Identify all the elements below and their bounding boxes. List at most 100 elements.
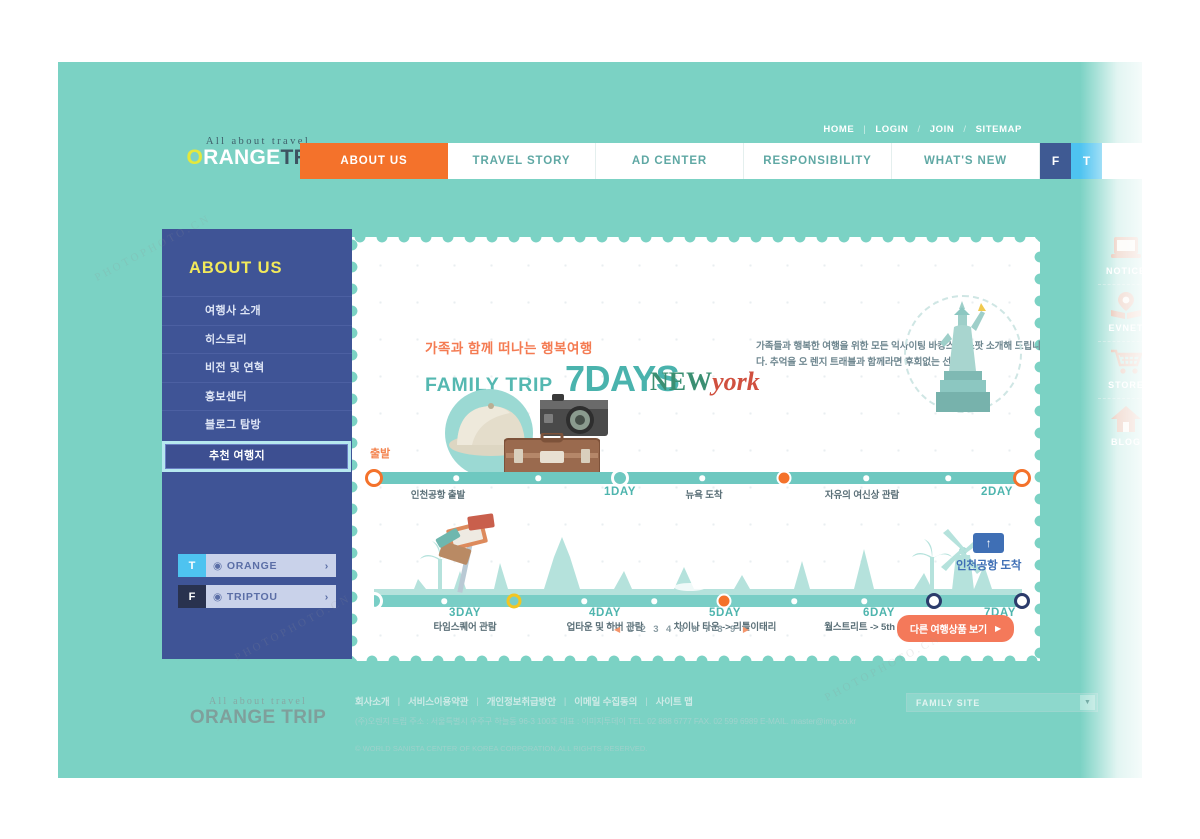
caption-text-liberty: 자유의 여신상 관람 (824, 490, 900, 501)
utility-separator-3: / (963, 124, 967, 135)
cta-label: 다른 여행상품 보기 (909, 625, 988, 636)
nav-item-whats-new[interactable]: WHAT'S NEW (892, 143, 1040, 179)
quick-label-store: STORE (1108, 380, 1142, 390)
timeline-node-7day[interactable] (1014, 593, 1030, 609)
family-site-label: FAMILY SITE (916, 697, 981, 708)
caption-text-newyork-arrive: 뉴욕 도착 (685, 490, 723, 501)
pagination-page-8[interactable]: 8 (717, 624, 722, 635)
left-sidebar: ABOUT US 여행사 소개 히스토리 비전 및 연혁 홍보센터 블로그 탐방… (162, 229, 352, 659)
stamp-edge-left (352, 237, 361, 661)
footer-link-privacy[interactable]: 개인정보취급방안 (487, 694, 556, 708)
pagination-page-5[interactable]: 5 (679, 624, 684, 635)
timeline-dot-2e (861, 598, 867, 604)
pagination-page-6[interactable]: 6 (692, 624, 697, 635)
caption-text-incheon-depart: 인천공항 출발 (410, 490, 466, 501)
timeline-node-start[interactable] (365, 469, 383, 487)
quick-label-notice: NOTICE (1105, 266, 1142, 276)
sidebar-social-orange[interactable]: T ◉ ORANGE › (178, 554, 336, 577)
utility-nav: HOME | LOGIN / JOIN / SITEMAP (823, 124, 1022, 135)
timeline-node-1day[interactable] (611, 469, 629, 487)
quick-item-evnet[interactable]: EVNET (1098, 289, 1142, 342)
pagination-page-1[interactable]: 1 (628, 624, 633, 635)
utility-link-sitemap[interactable]: SITEMAP (976, 124, 1022, 135)
pagination-page-9[interactable]: 9 (730, 624, 735, 635)
twitter-badge-icon: T (178, 554, 206, 577)
footer-link-email-consent[interactable]: 이메일 수집동의 (574, 694, 637, 708)
pagination-next-icon[interactable]: ▶ (743, 625, 749, 634)
caption-day-5: 5DAY (708, 607, 742, 619)
globe-icon-2: ◉ (213, 590, 223, 603)
arrive-destination-box: ↑ 인천공항 도착 (956, 533, 1021, 573)
sidebar-item-pr-center[interactable]: 홍보센터 (162, 381, 352, 411)
nav-item-travel-story[interactable]: TRAVEL STORY (448, 143, 596, 179)
footer-sep-2: | (476, 695, 479, 707)
footer-address: (주)오렌지 트립 주소 : 서울특별시 우주구 하늘동 96-3 100호 대… (355, 717, 856, 726)
footer-link-sitemap[interactable]: 사이트 맵 (656, 694, 693, 708)
footer-sep-3: | (563, 695, 567, 707)
newyork-wordmark: NEWyork (650, 367, 760, 397)
sidebar-item-recommended-destinations[interactable]: 추천 여행지 (162, 440, 351, 472)
book-pin-icon (1098, 289, 1142, 321)
timeline-caption-newyork-arrive: 뉴욕 도착 (685, 487, 722, 501)
pagination-page-7[interactable]: 7 (704, 624, 709, 635)
footer-copyright: © WORLD SANISTA CENTER OF KOREA CORPORAT… (355, 744, 648, 753)
nav-item-responsibility[interactable]: RESPONSIBILITY (744, 143, 892, 179)
wordmark-york: york (712, 367, 760, 396)
main-content-panel: 가족과 함께 떠나는 행복여행 FAMILY TRIP 7DAYS 가족들과 행… (352, 237, 1041, 661)
timeline-dot-1a (453, 475, 459, 481)
page-root: HOME | LOGIN / JOIN / SITEMAP All about … (0, 0, 1200, 839)
timeline-node-3day[interactable] (365, 592, 383, 610)
nav-item-about-us[interactable]: ABOUT US (300, 143, 448, 179)
view-other-products-button[interactable]: 다른 여행상품 보기 ▶ (896, 615, 1014, 642)
timeline-dot-1c (699, 475, 705, 481)
timeline-node-2day[interactable] (1013, 469, 1031, 487)
footer-links: 회사소개 | 서비스이용약관 | 개인정보취급방안 | 이메일 수집동의 | 사… (355, 694, 693, 709)
timeline-node-4day[interactable] (506, 593, 522, 609)
timeline-dot-1d (863, 475, 869, 481)
footer-link-terms[interactable]: 서비스이용약관 (408, 694, 469, 708)
footer-link-company[interactable]: 회사소개 (355, 694, 390, 708)
shopping-cart-icon (1098, 346, 1142, 378)
timeline-dot-2c (651, 598, 657, 604)
family-site-select[interactable]: FAMILY SITE ▼ (906, 693, 1098, 712)
utility-separator-1: | (863, 124, 867, 135)
pagination-prev-icon[interactable]: ◀ (614, 625, 620, 634)
facebook-badge-icon: F (178, 585, 206, 608)
sidebar-item-blog-tour[interactable]: 블로그 탐방 (162, 410, 352, 439)
facebook-icon[interactable]: F (1040, 143, 1071, 179)
timeline-node-arrival[interactable] (776, 470, 792, 486)
caption-day-4: 4DAY (588, 607, 622, 619)
stamp-edge-bottom (352, 652, 1040, 661)
utility-link-home[interactable]: HOME (823, 124, 854, 135)
nav-item-ad-center[interactable]: AD CENTER (596, 143, 744, 179)
quick-item-notice[interactable]: NOTICE (1098, 232, 1142, 285)
headline-korean: 가족과 함께 떠나는 행복여행 (425, 341, 593, 356)
timeline-caption-2day: 2DAY (981, 486, 1013, 498)
up-arrow-icon: ↑ (973, 533, 1005, 553)
stamp-edge-top (352, 237, 1040, 246)
pagination: ◀ 1 2 3 4 5 6 7 8 9 ▶ (614, 624, 749, 635)
utility-link-join[interactable]: JOIN (930, 124, 955, 135)
sidebar-social-orange-label: ◉ ORANGE › (206, 554, 336, 577)
timeline-dot-1e (945, 475, 951, 481)
pagination-page-4[interactable]: 4 (666, 624, 671, 635)
chevron-right-icon: › (324, 559, 329, 572)
utility-separator-2: / (917, 124, 921, 135)
signpost-photo-icon (435, 513, 495, 593)
page-canvas: HOME | LOGIN / JOIN / SITEMAP All about … (58, 62, 1142, 778)
sidebar-item-history[interactable]: 히스토리 (162, 324, 352, 354)
pagination-page-3[interactable]: 3 (653, 624, 658, 635)
sidebar-social-triptou[interactable]: F ◉ TRIPTOU › (178, 585, 336, 608)
pagination-page-2[interactable]: 2 (640, 624, 645, 635)
depart-label: 출발 (370, 448, 391, 460)
sidebar-item-vision[interactable]: 비전 및 연혁 (162, 353, 352, 382)
main-navigation: ABOUT US TRAVEL STORY AD CENTER RESPONSI… (300, 143, 1142, 179)
quick-item-store[interactable]: STORE (1098, 346, 1142, 399)
utility-link-login[interactable]: LOGIN (875, 124, 908, 135)
twitter-icon[interactable]: T (1071, 143, 1102, 179)
footer-logo: All about travel ORANGE TRIP (173, 696, 343, 729)
footer-sep-1: | (397, 695, 400, 707)
timeline-dot-2b (581, 598, 587, 604)
quick-item-blog[interactable]: BLOG (1098, 403, 1142, 455)
sidebar-item-agency-intro[interactable]: 여행사 소개 (162, 296, 352, 325)
